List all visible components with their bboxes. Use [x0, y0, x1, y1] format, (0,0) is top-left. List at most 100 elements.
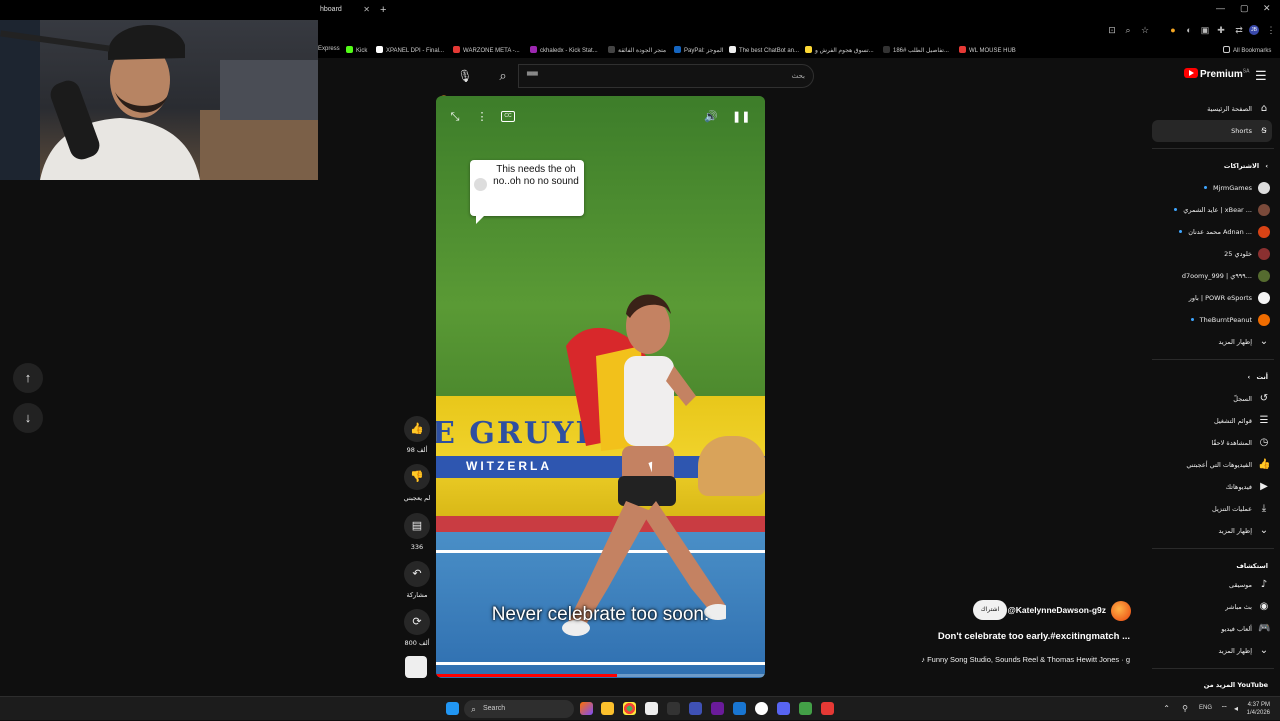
settings-icon[interactable] [667, 702, 680, 715]
sidebar-item-music[interactable]: موسيقى ♪ [1152, 574, 1272, 596]
video-progress-bar[interactable] [436, 674, 765, 677]
chevron-up-icon[interactable]: ⌃ [1163, 704, 1170, 713]
chrome-icon[interactable] [623, 702, 636, 715]
extensions-puzzle-icon[interactable]: ✚ [1216, 25, 1226, 35]
channel-avatar[interactable] [1111, 601, 1131, 621]
previous-short-button[interactable]: ↑ [13, 363, 43, 393]
bookmark-item[interactable]: تفاصيل الطلب #186... [883, 46, 949, 54]
channel-avatar [1258, 292, 1270, 304]
subscriptions-show-more[interactable]: إظهار المزيد ⌄ [1152, 331, 1272, 353]
subscriptions-heading[interactable]: الاشتراكات ‹ [1224, 162, 1268, 170]
sidebar-item-live[interactable]: بث مباشر ◉ [1152, 596, 1272, 618]
comments-button[interactable]: ▤ 336 [400, 513, 434, 551]
sidebar-item-your-videos[interactable]: فيديوهاتك ▶ [1152, 476, 1272, 498]
extension-icon[interactable]: ● [1168, 25, 1178, 35]
file-explorer-icon[interactable] [601, 702, 614, 715]
sidebar-item-subscription[interactable]: باور | POWR eSports [1152, 287, 1272, 309]
steam-icon[interactable] [733, 702, 746, 715]
youtube-premium-logo[interactable]: PremiumSA [1184, 68, 1249, 80]
sidebar-item-downloads[interactable]: عمليات التنزيل ⤓ [1152, 498, 1272, 520]
like-button[interactable]: 👍 98 ألف [400, 416, 434, 454]
sidebar-item-playlists[interactable]: قوائم التشغيل ☰ [1152, 410, 1272, 432]
browser-menu-icon[interactable]: ⋮ [1266, 25, 1276, 35]
usb-icon[interactable]: ⚲ [1182, 704, 1188, 713]
maximize-icon[interactable]: ▢ [1240, 3, 1249, 14]
fullscreen-icon[interactable]: ⤡ [446, 108, 464, 126]
sound-thumbnail[interactable] [405, 656, 427, 678]
sidebar-item-home[interactable]: الصفحة الرئيسية ⌂ [1152, 98, 1272, 120]
channel-avatar [1258, 314, 1270, 326]
app-icon[interactable] [821, 702, 834, 715]
voice-search-icon[interactable]: 🎙 [452, 64, 478, 88]
taskbar-search[interactable]: ⌕ Search [464, 700, 574, 718]
app-icon[interactable] [755, 702, 768, 715]
tab-search-icon[interactable]: ⇄ [1234, 25, 1244, 35]
discord-icon[interactable] [777, 702, 790, 715]
shorts-video-player[interactable]: E GRUYÈ WITZERLA This needs the oh no..o… [436, 96, 765, 678]
search-icon[interactable]: ⌕ [488, 64, 518, 88]
app-icon[interactable] [711, 702, 724, 715]
bookmark-item[interactable]: XPANEL DPI - Final... [376, 46, 444, 54]
share-button[interactable]: ↶ مشاركة [400, 561, 434, 599]
sidebar-item-subscription[interactable]: TheBurntPeanut [1152, 309, 1272, 331]
new-tab-button[interactable]: + [380, 2, 386, 18]
more-options-icon[interactable]: ⋮ [473, 108, 491, 126]
sidebar-item-subscription[interactable]: محمد عدنان Adnan ... [1152, 221, 1272, 243]
bookmark-item[interactable]: Express [318, 46, 340, 52]
clock[interactable]: 4:37 PM 1/4/2026 [1247, 701, 1270, 717]
close-window-icon[interactable]: ✕ [1263, 3, 1271, 14]
sidebar-item-watch-later[interactable]: المشاهدة لاحقًا ◷ [1152, 432, 1272, 454]
you-show-more[interactable]: إظهار المزيد ⌄ [1152, 520, 1272, 542]
extension-icon[interactable]: ◐ [1184, 25, 1194, 35]
pause-icon[interactable]: ❚❚ [732, 108, 750, 126]
all-bookmarks-button[interactable]: All Bookmarks [1223, 46, 1271, 54]
video-title[interactable]: Don't celebrate too early.#excitingmatch… [938, 631, 1130, 642]
zoom-icon[interactable]: ⌕ [1123, 25, 1133, 35]
sidebar-item-subscription[interactable]: خلودي 25 [1152, 243, 1272, 265]
explore-show-more[interactable]: إظهار المزيد ⌄ [1152, 640, 1272, 662]
sidebar-item-liked-videos[interactable]: الفيديوهات التي أعجبتني 👍 [1152, 454, 1272, 476]
sidebar-item-gaming[interactable]: ألعاب فيديو 🎮 [1152, 618, 1272, 640]
volume-icon[interactable]: ◂ [1234, 704, 1238, 713]
dislike-button[interactable]: 👎 لم يعجبني [400, 464, 434, 502]
install-icon[interactable]: ⊡ [1107, 25, 1117, 35]
language-indicator[interactable]: ENG [1199, 705, 1212, 711]
music-attribution[interactable]: ♪ Funny Song Studio, Sounds Reel & Thoma… [921, 655, 1130, 664]
sidebar-item-history[interactable]: السجلّ ↺ [1152, 388, 1272, 410]
app-icon[interactable] [689, 702, 702, 715]
volume-icon[interactable]: 🔊 [702, 108, 720, 126]
bookmark-item[interactable]: WL MOUSE HUB [959, 46, 1016, 54]
bookmark-item[interactable]: PayPal: الموجز [674, 46, 723, 54]
profile-avatar[interactable]: JB [1249, 25, 1259, 35]
bookmark-item[interactable]: متجر الجودة الفائقة [608, 46, 666, 54]
bookmark-item[interactable]: The best ChatBot an... [729, 46, 799, 54]
channel-name[interactable]: @KatelynneDawson-g9z [1007, 605, 1106, 615]
remix-button[interactable]: ⟳ 800 ألف [400, 609, 434, 647]
tab-close-icon[interactable]: ✕ [363, 2, 370, 18]
sidebar-item-subscription[interactable]: d7oomy_999 | ٩٩٩ي... [1152, 265, 1272, 287]
sidebar-item-subscription[interactable]: عايد الشمري | xBear ... [1152, 199, 1272, 221]
sidebar-item-subscription[interactable]: MjrmGames [1152, 177, 1272, 199]
subscribe-button[interactable]: اشتراك [973, 600, 1007, 620]
channel-avatar [1258, 226, 1270, 238]
copilot-icon[interactable] [580, 702, 593, 715]
next-short-button[interactable]: ↓ [13, 403, 43, 433]
bookmark-item[interactable]: ckhaledx - Kick Stat... [530, 46, 598, 54]
bookmark-item[interactable]: WARZONE META -... [453, 46, 520, 54]
store-icon[interactable] [645, 702, 658, 715]
app-icon[interactable] [799, 702, 812, 715]
network-icon[interactable]: ⌔ [1220, 704, 1228, 714]
bookmark-item[interactable]: Kick [346, 46, 367, 54]
search-input[interactable]: ▀▀ بحث [518, 64, 814, 88]
sidebar-item-shorts[interactable]: Shorts ᵴ [1152, 120, 1272, 142]
bookmark-star-icon[interactable]: ☆ [1140, 25, 1150, 35]
minimize-icon[interactable]: — [1216, 3, 1225, 13]
hamburger-menu-icon[interactable]: ☰ [1255, 68, 1267, 84]
you-heading[interactable]: ‹ أنت [1247, 373, 1268, 381]
captions-icon[interactable]: CC [501, 111, 515, 122]
bookmark-favicon-icon [530, 46, 537, 53]
start-menu-icon[interactable] [446, 702, 459, 715]
extension-icon[interactable]: ▣ [1200, 25, 1210, 35]
tab-dashboard[interactable]: hboard ✕ [318, 2, 376, 18]
bookmark-item[interactable]: تسوق هجوم الفرش و... [805, 46, 874, 54]
